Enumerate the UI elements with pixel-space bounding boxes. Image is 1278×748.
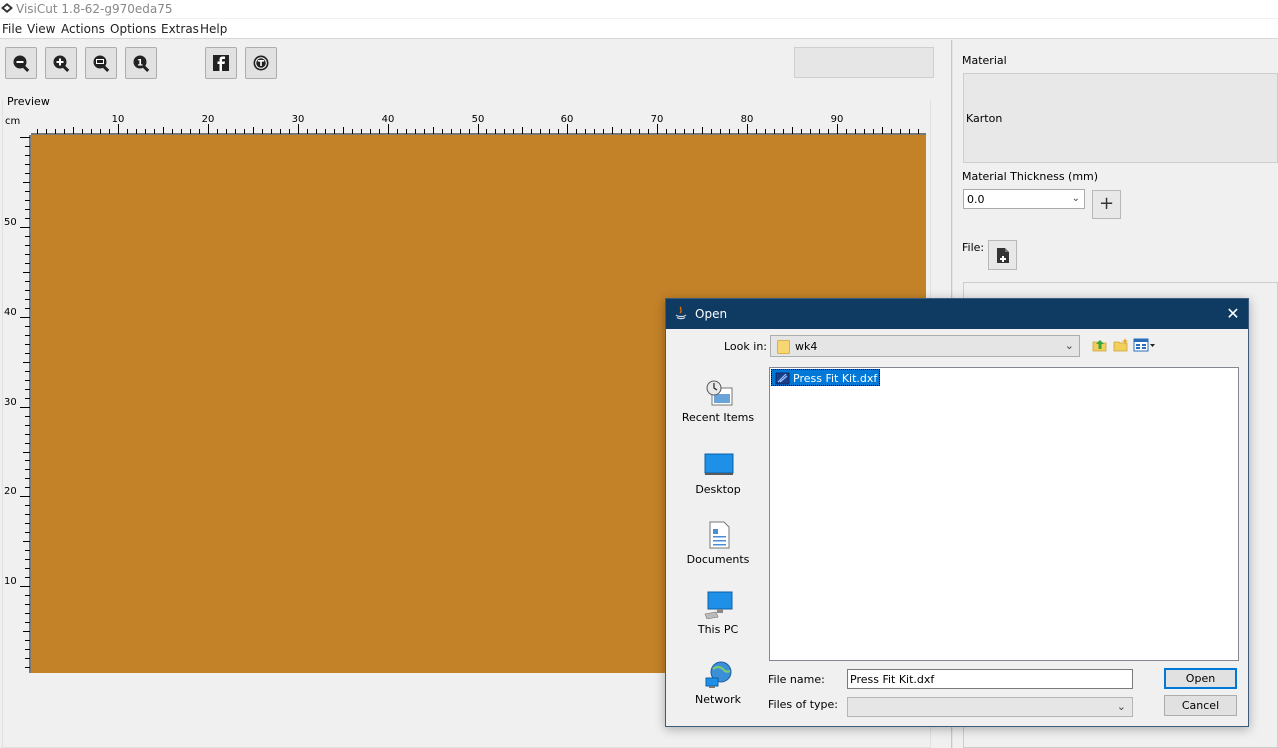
ruler-label-x: 90 — [831, 114, 844, 125]
place-label: Documents — [686, 553, 750, 566]
ruler-label-x: 60 — [561, 114, 574, 125]
material-selector[interactable] — [963, 73, 1278, 163]
this-pc-icon — [704, 591, 733, 619]
place-label: Recent Items — [681, 411, 755, 424]
ruler-label-x: 10 — [112, 114, 125, 125]
new-folder-icon[interactable] — [1113, 337, 1129, 353]
new-file-icon — [997, 248, 1009, 263]
desktop-icon — [704, 453, 734, 475]
view-menu-icon[interactable] — [1133, 337, 1157, 353]
chevron-down-icon: ⌄ — [1064, 339, 1074, 352]
horizontal-ruler — [31, 124, 926, 135]
chevron-down-icon: ⌄ — [1116, 700, 1126, 713]
ruler-label-x: 70 — [651, 114, 664, 125]
ruler-label-y: 10 — [4, 576, 17, 587]
up-folder-icon[interactable] — [1092, 337, 1108, 353]
ruler-label-x: 30 — [292, 114, 305, 125]
material-thickness-value: 0.0 — [967, 193, 985, 206]
cancel-button[interactable]: Cancel — [1164, 695, 1237, 716]
network-icon — [705, 661, 732, 688]
ruler-label-x: 20 — [202, 114, 215, 125]
material-label: Material — [962, 54, 1007, 67]
folder-icon — [777, 340, 790, 354]
file-type-select[interactable]: ⌄ — [847, 697, 1133, 717]
open-button[interactable]: Open — [1164, 668, 1237, 689]
ruler-label-y: 40 — [4, 307, 17, 318]
file-name-label: File name: — [768, 673, 825, 686]
file-list-item[interactable]: Press Fit Kit.dxf — [771, 369, 881, 386]
look-in-select[interactable]: wk4 ⌄ — [770, 335, 1080, 357]
dialog-title-bar: Open ✕ — [666, 299, 1248, 329]
file-name-input[interactable] — [847, 669, 1133, 689]
dialog-title: Open — [695, 307, 728, 321]
look-in-label: Look in: — [724, 340, 767, 353]
java-icon — [675, 306, 687, 320]
close-icon[interactable]: ✕ — [1222, 304, 1244, 324]
look-in-value: wk4 — [795, 340, 818, 353]
open-dialog: Open ✕ Look in: wk4 ⌄ Recent Items Deskt… — [665, 298, 1249, 727]
chevron-down-icon: ⌄ — [1071, 193, 1080, 204]
add-file-button[interactable] — [988, 240, 1017, 270]
recent-items-icon — [706, 380, 733, 406]
dxf-file-icon — [775, 372, 790, 385]
file-list[interactable]: Press Fit Kit.dxf — [769, 367, 1239, 661]
ruler-label-y: 50 — [4, 217, 17, 228]
place-label: This PC — [697, 623, 739, 636]
add-thickness-button[interactable]: + — [1092, 190, 1121, 219]
vertical-ruler — [20, 135, 31, 673]
ruler-label-x: 40 — [382, 114, 395, 125]
ruler-label-x: 80 — [741, 114, 754, 125]
ruler-label-y: 30 — [4, 397, 17, 408]
documents-icon — [709, 521, 730, 549]
place-label: Desktop — [695, 483, 741, 496]
material-value: Karton — [966, 112, 1003, 125]
file-label: File: — [962, 241, 985, 254]
places-bar: Recent Items Desktop Documents This PC N… — [674, 367, 762, 709]
material-thickness-label: Material Thickness (mm) — [962, 170, 1099, 183]
file-name: Press Fit Kit.dxf — [793, 372, 878, 385]
file-type-label: Files of type: — [768, 698, 839, 711]
ruler-label-y: 20 — [4, 486, 17, 497]
ruler-label-x: 50 — [472, 114, 485, 125]
material-thickness-select[interactable]: 0.0 ⌄ — [963, 189, 1085, 209]
place-label: Network — [695, 693, 741, 706]
